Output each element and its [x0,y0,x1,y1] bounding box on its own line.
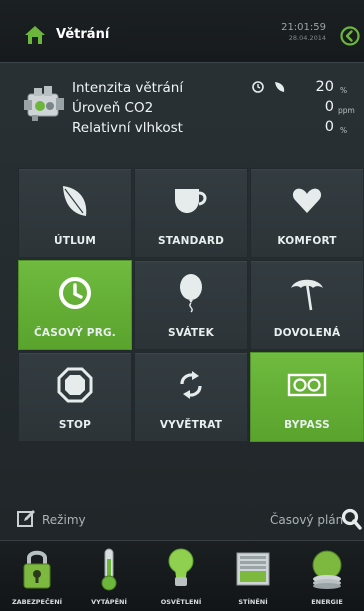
leaf-icon [63,186,87,216]
mode-label: STOP [58,419,92,431]
header-bar: Větrání 21:01:59 28.04.2014 [0,0,364,63]
mode-label: KOMFORT [277,235,337,247]
lightbulb-icon [168,548,194,586]
nav-item-stineni[interactable]: STÍNĚNÍ [218,541,288,611]
info-value-humidity: 0 [324,119,334,135]
mode-label: VYVĚTRAT [159,419,223,431]
info-label-humidity: Relativní vlhkost [72,120,183,136]
nav-label: ZABEZPEČENÍ [11,598,63,606]
stop-icon [57,367,93,403]
coins-icon [312,550,342,589]
info-unit-humidity: % [340,126,348,135]
info-value-co2: 0 [324,99,334,115]
nav-label: OSVĚTLENÍ [160,598,202,606]
info-unit-co2: ppm [338,106,355,115]
search-icon[interactable] [340,508,362,530]
mode-grid: ÚTLUM STANDARD KOMFORT ČASOVÝ PRG. SVÁTE… [18,168,364,442]
mode-tile-stop[interactable]: STOP [18,352,132,442]
footer-links: Režimy Časový plán [0,496,364,540]
app-window: Větrání 21:01:59 28.04.2014 Intenzita vě… [0,0,364,611]
mode-tile-utlum[interactable]: ÚTLUM [18,168,132,258]
mode-tile-dovolena[interactable]: DOVOLENÁ [250,260,364,350]
page-title: Větrání [56,27,110,42]
mode-label: DOVOLENÁ [273,327,341,339]
edit-icon[interactable] [16,508,36,528]
mode-label: BYPASS [284,419,330,431]
clock-icon [252,81,264,93]
clock-time: 21:01:59 [281,22,326,33]
umbrella-icon [291,279,323,311]
clock-date: 28.04.2014 [288,34,326,42]
info-value-intensity: 20 [315,79,334,95]
mode-tile-vyvetrat[interactable]: VYVĚTRAT [134,352,248,442]
heart-icon [292,188,322,213]
mode-tile-svatek[interactable]: SVÁTEK [134,260,248,350]
leaf-icon [275,82,285,92]
mode-label: ÚTLUM [54,235,96,247]
mode-tile-casovy-prg[interactable]: ČASOVÝ PRG. [18,260,132,350]
mode-tile-komfort[interactable]: KOMFORT [250,168,364,258]
refresh-icon [180,371,202,399]
mode-tile-bypass[interactable]: BYPASS [250,352,364,442]
clock-icon [59,277,91,309]
nav-item-vytapeni[interactable]: VYTÁPĚNÍ [74,541,144,611]
status-icons [252,81,286,93]
nav-label: VYTÁPĚNÍ [91,598,127,606]
nav-label: ENERGIE [311,598,343,606]
thermometer-icon [101,548,117,591]
nav-item-zabezpeceni[interactable]: ZABEZPEČENÍ [2,541,72,611]
cup-icon [175,189,207,213]
back-arrow-icon[interactable] [340,26,360,46]
nav-item-energie[interactable]: ENERGIE [292,541,362,611]
blinds-icon [236,552,270,586]
modes-link[interactable]: Režimy [42,513,86,527]
nav-item-osvetleni[interactable]: OSVĚTLENÍ [146,541,216,611]
bypass-icon [287,373,327,397]
home-icon[interactable] [24,24,46,46]
ventilation-unit-icon [24,86,64,121]
mode-label: ČASOVÝ PRG. [33,327,116,339]
mode-label: SVÁTEK [168,327,214,339]
padlock-icon [23,550,51,589]
mode-label: STANDARD [157,235,225,247]
nav-label: STÍNĚNÍ [238,598,268,606]
info-label-co2: Úroveň CO2 [72,100,154,116]
bottom-nav: ZABEZPEČENÍ VYTÁPĚNÍ OSVĚTLENÍ STÍNĚNÍ E… [0,540,364,611]
mode-tile-standard[interactable]: STANDARD [134,168,248,258]
info-unit-intensity: % [340,86,348,95]
info-label-intensity: Intenzita větrání [72,80,184,96]
time-plan-link[interactable]: Časový plán [270,513,343,527]
balloon-icon [180,274,202,313]
